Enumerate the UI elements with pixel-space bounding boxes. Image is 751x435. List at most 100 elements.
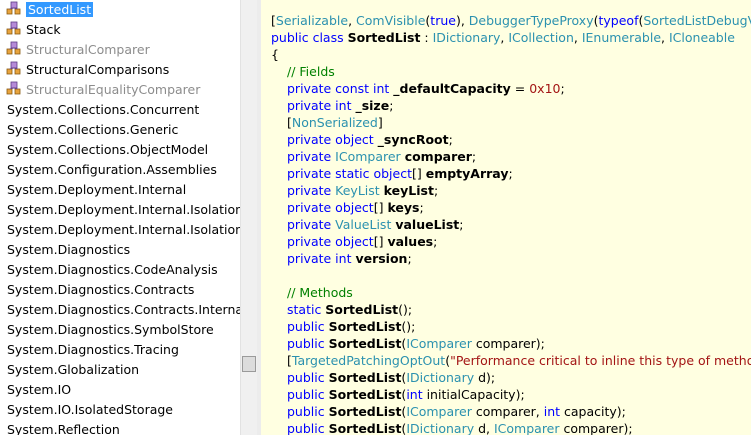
code-line: private int _size;	[287, 97, 393, 114]
tree-item-namespace[interactable]: System.Diagnostics.Contracts.Internal	[7, 300, 240, 320]
code-token: public	[287, 404, 329, 419]
code-token: SortedList	[328, 421, 402, 435]
code-token: static	[287, 302, 326, 317]
tree-item-namespace[interactable]: System.Reflection	[7, 420, 120, 435]
code-line: public SortedList(IDictionary d, ICompar…	[287, 420, 633, 435]
code-token: comparer	[404, 149, 472, 164]
code-token: int	[406, 387, 423, 402]
tree-item-label: System.Diagnostics.Contracts	[7, 282, 195, 297]
code-line: private object[] values;	[287, 233, 437, 250]
code-token: ;	[560, 81, 565, 96]
class-icon	[6, 1, 21, 15]
code-token: =	[510, 81, 530, 96]
tree-item-class[interactable]: StructuralComparisons	[6, 60, 169, 80]
tree-item-namespace[interactable]: System.Deployment.Internal.Isolation.Ma	[7, 220, 240, 240]
code-token: ;	[407, 251, 412, 266]
tree-scrollbar[interactable]	[240, 0, 257, 435]
code-line: private KeyList keyList;	[287, 182, 438, 199]
tree-item-namespace[interactable]: System.Collections.Generic	[7, 120, 178, 140]
code-token: DebuggerTypeProxy	[468, 13, 594, 28]
tree-item-label: System.Deployment.Internal.Isolation.Ma	[7, 222, 240, 237]
tree-item-label: System.Collections.Generic	[7, 122, 179, 137]
code-token: SortedListDebugView	[643, 13, 751, 28]
code-line: public SortedList(IDictionary d);	[287, 369, 495, 386]
code-line: // Methods	[287, 284, 353, 301]
code-token: IEnumerable	[581, 30, 662, 45]
code-line: static SortedList();	[287, 301, 412, 318]
tree-item-namespace[interactable]: System.Collections.ObjectModel	[7, 140, 208, 160]
code-token: IComparer	[493, 421, 560, 435]
code-line: [TargetedPatchingOptOut("Performance cri…	[287, 352, 751, 369]
tree-item-label: System.IO	[7, 382, 72, 397]
tree-item-namespace[interactable]: System.Diagnostics.Contracts	[7, 280, 194, 300]
code-line: // Fields	[287, 63, 335, 80]
code-token: ,	[348, 13, 357, 28]
code-line: public SortedList(IComparer comparer, in…	[287, 403, 626, 420]
tree-item-namespace[interactable]: System.Diagnostics.CodeAnalysis	[7, 260, 218, 280]
code-token: private	[287, 217, 336, 232]
code-token: "Performance critical to inline this typ…	[450, 353, 751, 368]
tree-item-namespace[interactable]: System.Diagnostics.Tracing	[7, 340, 179, 360]
code-token: public	[287, 336, 329, 351]
tree-item-class[interactable]: StructuralComparer	[6, 40, 150, 60]
code-token: private	[287, 149, 336, 164]
code-token: Serializable	[275, 13, 349, 28]
tree-item-label: System.Deployment.Internal	[7, 182, 187, 197]
code-token: SortedList	[328, 404, 402, 419]
tree-item-class[interactable]: SortedList	[6, 0, 94, 20]
code-token: private object	[287, 200, 374, 215]
scrollbar-thumb[interactable]	[242, 356, 256, 372]
code-line: {	[271, 46, 279, 63]
class-icon	[6, 81, 21, 95]
tree-item-class[interactable]: StructuralEqualityComparer	[6, 80, 200, 100]
code-token: KeyList	[335, 183, 384, 198]
namespace-tree[interactable]: SortedList Stack StructuralComparer Structu…	[0, 0, 240, 435]
code-token: public	[287, 387, 329, 402]
code-token: ;	[433, 183, 439, 198]
code-token: ();	[401, 319, 416, 334]
tree-item-namespace[interactable]: System.Globalization	[7, 360, 139, 380]
code-line: private static object[] emptyArray;	[287, 165, 513, 182]
code-token: initialCapacity);	[422, 387, 525, 402]
code-token: private object	[287, 234, 374, 249]
tree-item-namespace[interactable]: System.Diagnostics	[7, 240, 130, 260]
code-token: IDictionary	[406, 370, 475, 385]
code-token: ICollection	[508, 30, 574, 45]
tree-item-label: System.Collections.ObjectModel	[7, 142, 209, 157]
code-token: TargetedPatchingOptOut	[291, 353, 446, 368]
code-token: IDictionary	[406, 421, 475, 435]
code-line: private ValueList valueList;	[287, 216, 463, 233]
tree-item-namespace[interactable]: System.Collections.Concurrent	[7, 100, 199, 120]
tree-item-namespace[interactable]: System.IO	[7, 380, 71, 400]
tree-item-namespace[interactable]: System.Deployment.Internal	[7, 180, 186, 200]
tree-item-namespace[interactable]: System.Deployment.Internal.Isolation	[7, 200, 240, 220]
tree-item-label: System.Diagnostics.Tracing	[7, 342, 179, 357]
code-line: public SortedList();	[287, 318, 415, 335]
code-token: {	[271, 47, 279, 62]
code-token: ;	[459, 217, 464, 232]
code-token: int	[543, 404, 561, 419]
tree-item-namespace[interactable]: System.IO.IsolatedStorage	[7, 400, 173, 420]
code-line: private IComparer comparer;	[287, 148, 476, 165]
code-token: comparer,	[471, 404, 544, 419]
code-token: ValueList	[335, 217, 396, 232]
tree-item-namespace[interactable]: System.Diagnostics.SymbolStore	[7, 320, 214, 340]
code-token: private int	[287, 98, 356, 113]
tree-item-namespace[interactable]: System.Configuration.Assemblies	[7, 160, 217, 180]
tree-item-class[interactable]: Stack	[6, 20, 61, 40]
code-token: ,	[661, 30, 669, 45]
code-token: :	[420, 30, 433, 45]
code-token: IComparer	[406, 336, 472, 351]
code-token: _size	[355, 98, 390, 113]
code-token: // Methods	[287, 285, 353, 300]
code-token: true	[430, 13, 456, 28]
tree-item-label: System.Configuration.Assemblies	[7, 162, 217, 177]
code-token: ();	[398, 302, 413, 317]
code-token: []	[373, 234, 388, 249]
code-token: _defaultCapacity	[393, 81, 511, 96]
code-token: ;	[448, 132, 453, 147]
tree-item-label: System.Collections.Concurrent	[7, 102, 200, 117]
code-token: ),	[455, 13, 469, 28]
code-token: private int	[287, 251, 356, 266]
code-token: 0x10	[529, 81, 561, 96]
